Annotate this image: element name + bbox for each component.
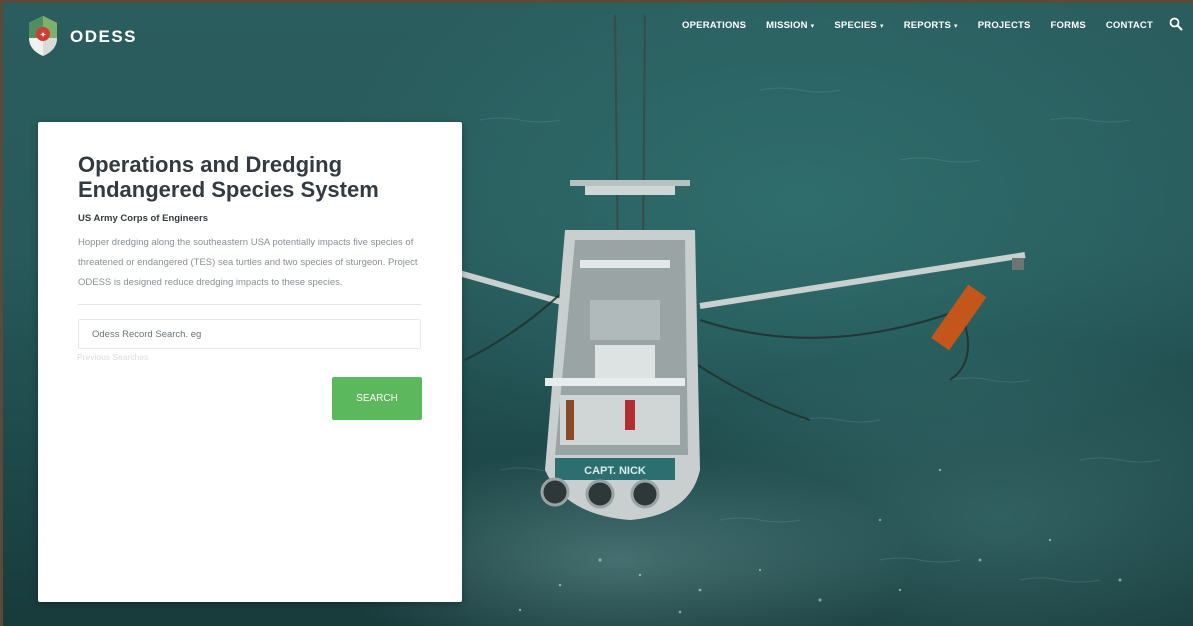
chevron-down-icon: ▾	[954, 23, 958, 30]
organization-subtitle: US Army Corps of Engineers	[78, 213, 209, 224]
nav-item-species[interactable]: SPECIES ▾	[834, 20, 883, 31]
nav-item-contact[interactable]: CONTACT	[1106, 20, 1153, 31]
page-title: Operations and Dredging Endangered Speci…	[78, 152, 379, 202]
boat-name-text: CAPT. NICK	[584, 465, 646, 477]
nav-item-operations[interactable]: OPERATIONS	[682, 20, 746, 31]
nav-item-label: PROJECTS	[977, 20, 1031, 31]
nav-item-label: MISSION	[766, 20, 808, 31]
brand-link[interactable]: ✦ ODESS	[26, 14, 137, 58]
search-card: Operations and Dredging Endangered Speci…	[38, 122, 462, 602]
divider	[78, 304, 421, 305]
record-search-input[interactable]	[78, 319, 421, 349]
svg-text:✦: ✦	[40, 31, 46, 39]
odess-logo-icon: ✦	[29, 16, 57, 56]
page: CAPT. NICK ✦ ODESS OPERATIONS MISSION ▾ S	[0, 0, 1193, 626]
chevron-down-icon: ▾	[810, 23, 815, 30]
chevron-down-icon: ▾	[879, 23, 884, 30]
nav-item-label: CONTACT	[1105, 20, 1153, 31]
search-icon[interactable]	[1169, 17, 1183, 31]
brand-name: ODESS	[70, 27, 138, 46]
nav-item-mission[interactable]: MISSION ▾	[766, 20, 814, 31]
previous-searches-link[interactable]: Previous Searches	[77, 352, 148, 362]
nav-item-label: OPERATIONS	[682, 20, 747, 31]
project-description: Hopper dredging along the southeastern U…	[78, 237, 418, 288]
window-frame-left	[0, 0, 3, 626]
nav-item-forms[interactable]: FORMS	[1051, 20, 1086, 31]
nav-item-label: FORMS	[1050, 20, 1086, 31]
top-navbar: ✦ ODESS OPERATIONS MISSION ▾ SPECIES ▾ REP…	[0, 0, 1193, 56]
nav-item-reports[interactable]: REPORTS ▾	[904, 20, 958, 31]
search-button[interactable]: SEARCH	[332, 377, 422, 420]
nav-menu: OPERATIONS MISSION ▾ SPECIES ▾ REPORTS ▾ PR…	[662, 20, 1153, 31]
nav-item-projects[interactable]: PROJECTS	[978, 20, 1031, 31]
nav-item-label: REPORTS	[903, 20, 952, 31]
nav-item-label: SPECIES	[834, 20, 877, 31]
